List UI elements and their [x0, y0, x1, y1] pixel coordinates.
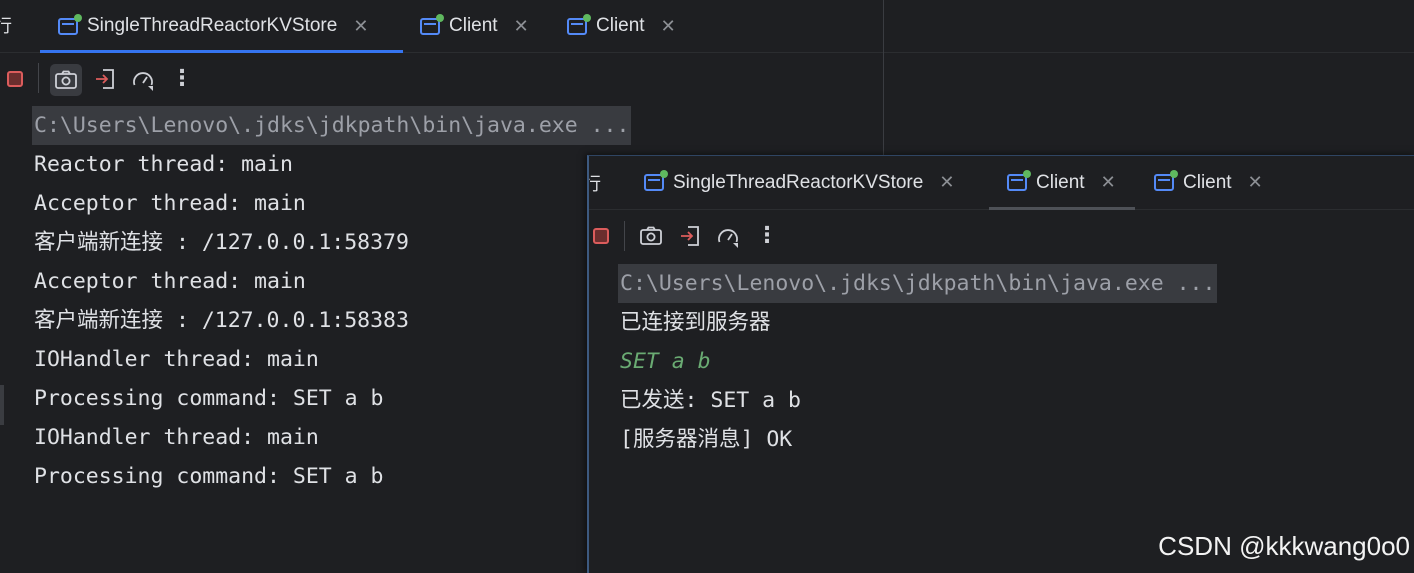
stop-button[interactable] — [589, 222, 615, 250]
run-config-icon — [567, 13, 591, 35]
screenshot-button[interactable] — [637, 222, 665, 250]
more-vertical-icon: ⋮ — [756, 222, 778, 248]
console-line: 已发送: SET a b — [620, 388, 801, 413]
command-line[interactable]: C:\Users\Lenovo\.jdks\jdkpath\bin\java.e… — [618, 264, 1218, 303]
tab-client-2[interactable]: Client ✕ — [567, 0, 676, 52]
tab-client-1[interactable]: Client ✕ — [420, 0, 529, 52]
close-icon[interactable]: ✕ — [661, 16, 676, 37]
console-output: C:\Users\Lenovo\.jdks\jdkpath\bin\java.e… — [589, 264, 1414, 459]
close-icon[interactable]: ✕ — [514, 16, 529, 37]
run-config-icon — [420, 13, 444, 35]
run-config-icon — [58, 13, 82, 35]
run-tab-bar: 行 SingleThreadReactorKVStore ✕ Client ✕ … — [589, 156, 1414, 210]
camera-icon — [55, 70, 77, 89]
run-panel-client: 行 SingleThreadReactorKVStore ✕ Client ✕ … — [587, 155, 1414, 573]
console-line: C:\Users\Lenovo\.jdks\jdkpath\bin\java.e… — [0, 106, 883, 145]
tab-label: SingleThreadReactorKVStore — [673, 171, 924, 193]
toolbar-divider — [624, 221, 625, 251]
tab-label: SingleThreadReactorKVStore — [87, 15, 338, 36]
gauge-icon — [718, 229, 738, 248]
more-button[interactable]: ⋮ — [753, 221, 781, 249]
run-toolbar: ⋮ — [0, 53, 883, 105]
console-line: [服务器消息] OK — [620, 427, 793, 452]
login-icon — [681, 226, 699, 246]
tab-label: Client — [449, 15, 498, 36]
login-button[interactable] — [91, 65, 119, 93]
tab-client-2[interactable]: Client ✕ — [1154, 156, 1263, 209]
background-window — [884, 0, 1414, 155]
stop-button[interactable] — [1, 65, 29, 93]
run-config-icon — [644, 170, 668, 191]
run-config-icon — [1007, 170, 1031, 191]
screenshot-button[interactable] — [50, 64, 82, 96]
tab-label: Client — [1183, 171, 1232, 193]
console-line: 已连接到服务器 — [620, 310, 771, 335]
toolbar-divider — [38, 63, 39, 93]
profiler-button[interactable] — [129, 66, 157, 94]
watermark: CSDN @kkkwang0o0 — [1158, 531, 1410, 561]
close-icon[interactable]: ✕ — [1101, 172, 1116, 193]
more-button[interactable]: ⋮ — [168, 64, 196, 92]
scroll-indicator — [0, 385, 4, 425]
login-icon — [96, 69, 114, 89]
tab-label: Client — [596, 15, 645, 36]
tab-single-thread-reactor-kvstore[interactable]: SingleThreadReactorKVStore ✕ — [644, 156, 954, 209]
tab-single-thread-reactor-kvstore[interactable]: SingleThreadReactorKVStore ✕ — [40, 0, 403, 53]
camera-icon — [640, 226, 662, 245]
truncated-label: 行 — [0, 12, 12, 38]
run-config-icon — [1154, 170, 1178, 191]
stop-icon — [7, 71, 23, 87]
user-input-line: SET a b — [620, 349, 711, 374]
login-button[interactable] — [676, 222, 704, 250]
tab-label: Client — [1036, 171, 1085, 193]
run-tab-bar: 行 SingleThreadReactorKVStore ✕ Client ✕ … — [0, 0, 883, 53]
command-line[interactable]: C:\Users\Lenovo\.jdks\jdkpath\bin\java.e… — [32, 106, 632, 145]
close-icon[interactable]: ✕ — [1248, 172, 1263, 193]
tab-client-1[interactable]: Client ✕ — [989, 156, 1135, 210]
more-vertical-icon: ⋮ — [171, 65, 193, 91]
stop-icon — [593, 228, 609, 244]
truncated-label: 行 — [589, 170, 601, 196]
run-toolbar: ⋮ — [589, 210, 1414, 262]
close-icon[interactable]: ✕ — [353, 16, 368, 37]
console-line: C:\Users\Lenovo\.jdks\jdkpath\bin\java.e… — [589, 264, 1414, 303]
profiler-button[interactable] — [714, 223, 742, 251]
close-icon[interactable]: ✕ — [939, 172, 954, 193]
gauge-icon — [133, 72, 153, 91]
background-tab-bar — [884, 0, 1414, 53]
